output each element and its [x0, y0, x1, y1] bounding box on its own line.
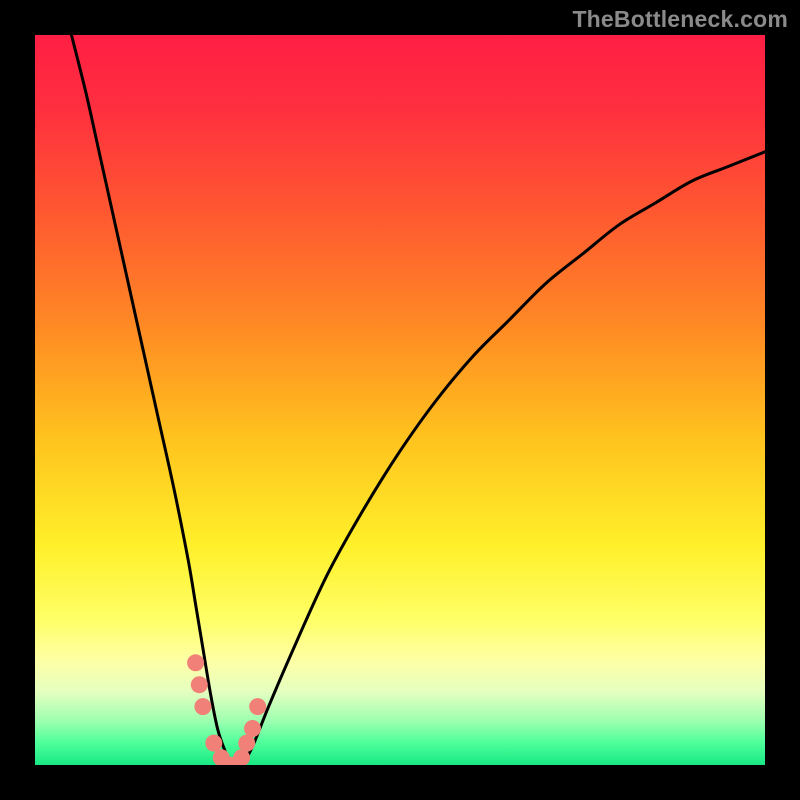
highlight-dot [187, 654, 204, 671]
highlight-dot [238, 735, 255, 752]
chart-frame: TheBottleneck.com [0, 0, 800, 800]
highlight-dots [187, 654, 266, 765]
highlight-dot [205, 735, 222, 752]
bottleneck-curve [72, 35, 766, 765]
plot-area [35, 35, 765, 765]
chart-svg [35, 35, 765, 765]
watermark-text: TheBottleneck.com [572, 6, 788, 33]
highlight-dot [191, 676, 208, 693]
highlight-dot [233, 749, 250, 765]
highlight-dot [244, 720, 261, 737]
highlight-dot [249, 698, 266, 715]
highlight-dot [194, 698, 211, 715]
